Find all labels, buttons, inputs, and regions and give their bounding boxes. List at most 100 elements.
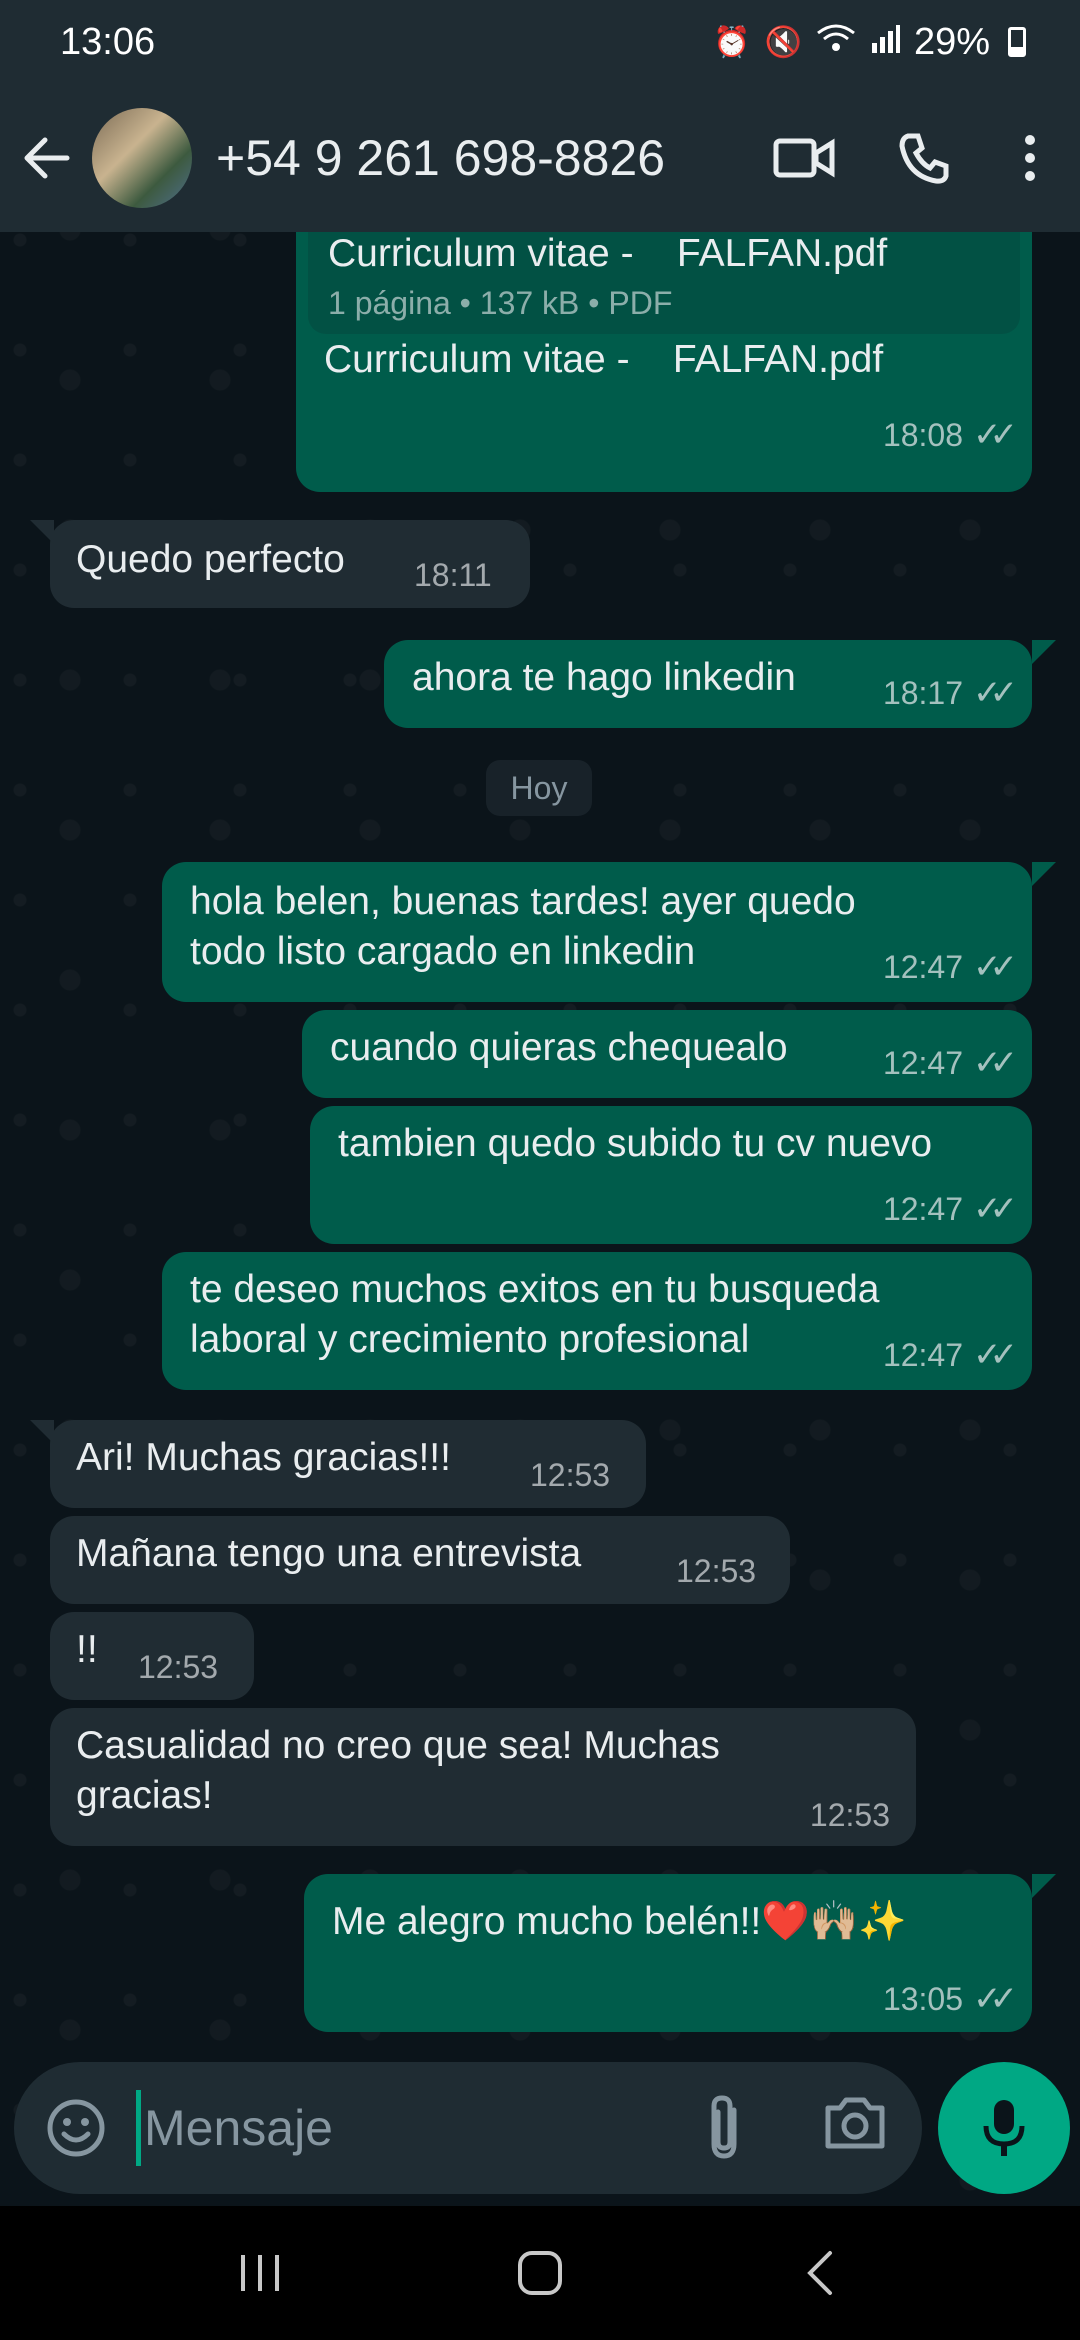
message-text: gracias!	[76, 1774, 213, 1817]
message-text: tambien quedo subido tu cv nuevo	[338, 1122, 933, 1165]
message-composer	[14, 2062, 922, 2194]
read-ticks-icon: ✓✓	[973, 674, 1018, 712]
message-bubble-outgoing[interactable]: ahora te hago linkedin 18:17 ✓✓	[384, 640, 1032, 728]
battery-percent: 29%	[913, 20, 990, 63]
message-time: 12:53	[530, 1457, 611, 1493]
message-bubble-outgoing[interactable]: tambien quedo subido tu cv nuevo 12:47 ✓✓	[310, 1106, 1032, 1244]
message-bubble-incoming[interactable]: !! 12:53	[50, 1612, 254, 1700]
message-text: Casualidad no creo que sea! Muchas	[76, 1724, 720, 1767]
message-text: todo listo cargado en linkedin	[190, 930, 696, 973]
message-bubble-outgoing[interactable]: Me alegro mucho belén!!❤️🙌🏼✨ 13:05 ✓✓	[304, 1874, 1032, 2032]
message-time: 12:53	[676, 1553, 757, 1589]
message-meta: 12:47 ✓✓	[882, 1184, 1018, 1235]
message-meta: 18:17 ✓✓	[882, 668, 1018, 719]
message-input[interactable]	[144, 2086, 684, 2170]
video-call-button[interactable]	[754, 108, 854, 208]
message-text: Me alegro mucho belén!!❤️🙌🏼✨	[332, 1900, 907, 1943]
status-bar: 13:06 ⏰ 🔇 29%	[0, 0, 1080, 84]
status-icons: ⏰ 🔇 29%	[713, 21, 1026, 64]
message-time: 12:47	[882, 949, 964, 985]
attach-button[interactable]	[694, 2092, 774, 2164]
signal-icon	[870, 23, 900, 61]
phone-icon	[899, 133, 949, 184]
message-meta: 12:53	[676, 1546, 756, 1597]
bubble-tail	[1032, 640, 1056, 664]
chat-header: +54 9 261 698-8826	[0, 84, 1080, 232]
message-meta: 12:53	[138, 1642, 218, 1693]
bubble-tail	[1032, 1874, 1056, 1898]
message-time: 12:53	[138, 1649, 219, 1685]
system-nav-bar	[0, 2206, 1080, 2340]
message-text: !!	[76, 1628, 98, 1671]
paperclip-icon	[711, 2095, 737, 2159]
message-text: ahora te hago linkedin	[412, 656, 796, 699]
contact-avatar[interactable]	[92, 108, 192, 208]
bubble-tail	[1032, 862, 1056, 886]
message-meta: 12:47 ✓✓	[882, 942, 1018, 993]
battery-icon	[1008, 27, 1026, 57]
document-name: Curriculum vitae - FALFAN.pdf	[328, 232, 888, 275]
video-call-icon	[773, 138, 835, 178]
message-bubble-outgoing[interactable]: cuando quieras chequealo 12:47 ✓✓	[302, 1010, 1032, 1098]
message-text: te deseo muchos exitos en tu busqueda	[190, 1268, 880, 1311]
wifi-icon	[816, 23, 856, 61]
read-ticks-icon: ✓✓	[973, 416, 1018, 454]
message-meta: 12:47 ✓✓	[882, 1330, 1018, 1381]
back-button[interactable]	[2, 113, 92, 203]
message-meta: 18:11	[414, 550, 492, 601]
status-time: 13:06	[60, 20, 156, 63]
message-bubble-outgoing[interactable]: te deseo muchos exitos en tu busqueda la…	[162, 1252, 1032, 1390]
voice-call-button[interactable]	[874, 108, 974, 208]
message-text: Mañana tengo una entrevista	[76, 1532, 582, 1575]
message-time: 12:47	[882, 1337, 964, 1373]
message-time: 12:47	[882, 1045, 964, 1081]
voice-message-button[interactable]	[938, 2062, 1070, 2194]
message-bubble-incoming[interactable]: Ari! Muchas gracias!!! 12:53	[50, 1420, 646, 1508]
mute-icon: 🔇	[764, 25, 802, 59]
message-text: Ari! Muchas gracias!!!	[76, 1436, 451, 1479]
camera-icon	[825, 2097, 885, 2149]
microphone-icon	[983, 2100, 1025, 2156]
message-time: 12:53	[809, 1797, 890, 1833]
alarm-icon: ⏰	[713, 25, 751, 59]
read-ticks-icon: ✓✓	[973, 1044, 1018, 1082]
read-ticks-icon: ✓✓	[973, 1336, 1018, 1374]
message-time: 18:17	[882, 675, 964, 711]
menu-button[interactable]	[980, 108, 1080, 208]
arrow-back-icon	[24, 137, 70, 179]
recent-apps-icon	[241, 2255, 279, 2291]
message-bubble-incoming[interactable]: Quedo perfecto 18:11	[50, 520, 530, 608]
message-text: hola belen, buenas tardes! ayer quedo	[190, 880, 856, 923]
document-message[interactable]: Curriculum vitae - FALFAN.pdf 1 página •…	[296, 232, 1032, 492]
camera-button[interactable]	[822, 2092, 902, 2164]
message-time: 18:08	[882, 417, 964, 453]
emoji-icon	[47, 2099, 105, 2157]
document-caption: Curriculum vitae - FALFAN.pdf	[324, 338, 884, 381]
back-nav-icon	[807, 2251, 832, 2295]
message-text: cuando quieras chequealo	[330, 1026, 788, 1069]
message-bubble-incoming[interactable]: Casualidad no creo que sea! Muchas graci…	[50, 1708, 916, 1846]
bubble-tail	[30, 520, 54, 544]
document-info: 1 página • 137 kB • PDF	[328, 285, 673, 321]
message-bubble-incoming[interactable]: Mañana tengo una entrevista 12:53	[50, 1516, 790, 1604]
back-nav-button[interactable]	[760, 2233, 880, 2313]
message-time: 12:47	[882, 1191, 964, 1227]
document-card[interactable]: Curriculum vitae - FALFAN.pdf 1 página •…	[308, 232, 1020, 334]
read-ticks-icon: ✓✓	[973, 948, 1018, 986]
recent-apps-button[interactable]	[200, 2233, 320, 2313]
home-icon	[518, 2251, 562, 2295]
message-meta: 12:53	[530, 1450, 610, 1501]
message-text: laboral y crecimiento profesional	[190, 1318, 750, 1361]
message-meta: 18:08 ✓✓	[882, 410, 1018, 461]
date-separator: Hoy	[486, 760, 592, 816]
chat-messages[interactable]: Curriculum vitae - FALFAN.pdf 1 página •…	[0, 232, 1080, 2060]
bubble-tail	[30, 1420, 54, 1444]
emoji-button[interactable]	[42, 2094, 110, 2162]
read-ticks-icon: ✓✓	[973, 1980, 1018, 2018]
home-button[interactable]	[480, 2233, 600, 2313]
more-vert-icon	[1025, 135, 1035, 181]
message-time: 18:11	[414, 557, 492, 593]
message-bubble-outgoing[interactable]: hola belen, buenas tardes! ayer quedo to…	[162, 862, 1032, 1002]
message-meta: 13:05 ✓✓	[883, 1974, 1018, 2025]
contact-name[interactable]: +54 9 261 698-8826	[216, 129, 754, 187]
